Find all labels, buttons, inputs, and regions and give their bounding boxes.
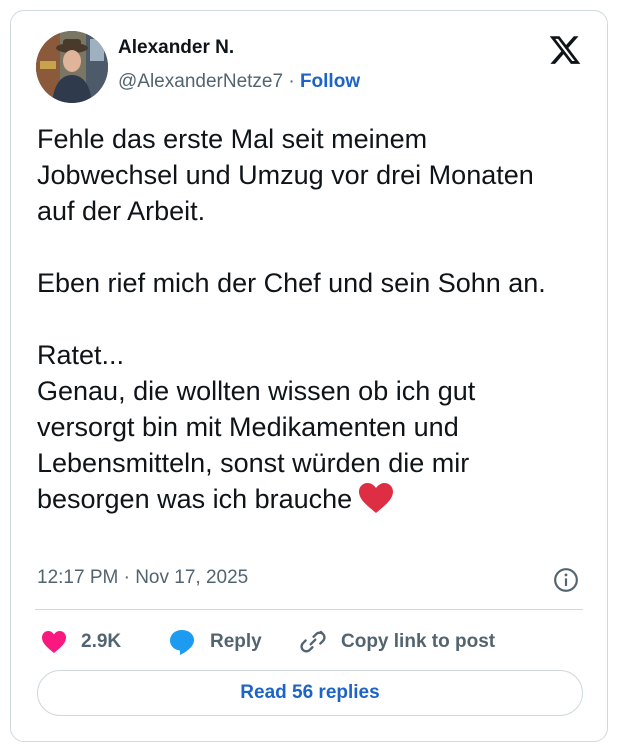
tweet-paragraph-last: Ratet... Genau, die wollten wissen ob ic…	[37, 337, 567, 523]
reply-button[interactable]: Reply	[168, 625, 262, 659]
x-logo-icon[interactable]	[548, 33, 582, 67]
avatar-image	[36, 31, 108, 103]
copy-link-label: Copy link to post	[341, 631, 496, 652]
tweet-paragraph: Fehle das erste Mal seit meinem Jobwechs…	[37, 124, 534, 226]
timestamp[interactable]: 12:17 PM · Nov 17, 2025	[37, 567, 248, 589]
tweet-paragraph: Ratet... Genau, die wollten wissen ob ic…	[37, 340, 476, 514]
separator-dot: ·	[288, 71, 295, 92]
tweet-paragraph: Eben rief mich der Chef und sein Sohn an…	[37, 268, 546, 298]
heart-icon	[42, 631, 66, 653]
reply-label: Reply	[210, 631, 262, 652]
author-handle-row: @AlexanderNetze7 · Follow	[118, 71, 360, 93]
tweet-text: Fehle das erste Mal seit meinem Jobwechs…	[37, 121, 567, 523]
heart-emoji-icon	[358, 482, 394, 523]
copy-link-button[interactable]: Copy link to post	[299, 625, 495, 659]
tweet-card: Alexander N. @AlexanderNetze7 · Follow F…	[10, 10, 608, 742]
like-button[interactable]: 2.9K	[41, 625, 121, 659]
divider	[35, 609, 583, 610]
like-count: 2.9K	[81, 631, 122, 652]
read-replies-button[interactable]: Read 56 replies	[37, 670, 583, 716]
reply-bubble-icon	[170, 630, 194, 655]
info-icon[interactable]	[553, 567, 579, 593]
follow-button[interactable]: Follow	[300, 71, 360, 92]
author-name[interactable]: Alexander N.	[118, 37, 234, 59]
avatar[interactable]	[36, 31, 108, 103]
author-handle[interactable]: @AlexanderNetze7	[118, 71, 283, 92]
link-icon	[300, 630, 326, 653]
